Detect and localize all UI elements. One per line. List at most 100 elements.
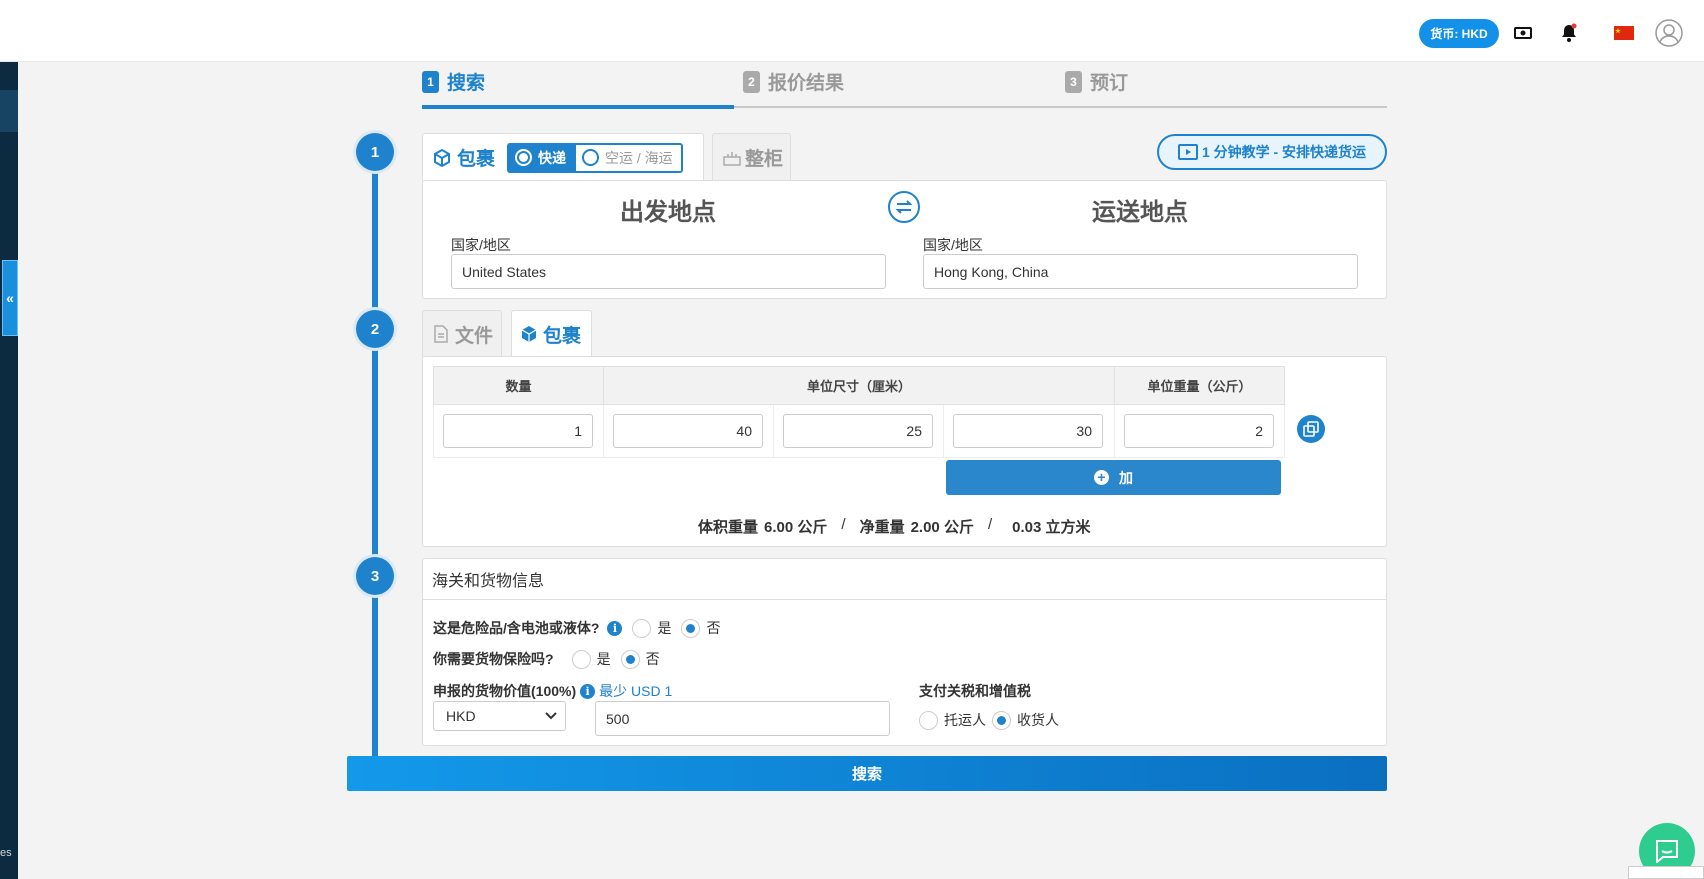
document-icon bbox=[434, 325, 448, 343]
security-badge bbox=[1628, 866, 1704, 879]
yes-label: 是 bbox=[596, 651, 611, 667]
sidebar: « es bbox=[0, 62, 18, 879]
destination-title: 运送地点 bbox=[1092, 199, 1188, 226]
top-bar: 货币: HKD bbox=[0, 0, 1704, 62]
destination-country-label: 国家/地区 bbox=[923, 237, 983, 253]
tutorial-label: 1 分钟教学 - 安排快递货运 bbox=[1201, 144, 1367, 160]
parcel-tab-label: 包裹 bbox=[543, 325, 582, 347]
volume-value: 0.03 立方米 bbox=[1012, 519, 1091, 536]
insurance-question: 你需要货物保险吗? 是 否 bbox=[433, 649, 660, 669]
express-label: 快递 bbox=[538, 149, 567, 166]
step-progress-bar bbox=[422, 105, 734, 109]
shipper-label: 托运人 bbox=[944, 712, 986, 728]
parcel-tab-label: 包裹 bbox=[457, 149, 496, 170]
sidebar-active-item[interactable] bbox=[0, 90, 18, 132]
timeline-line bbox=[372, 150, 378, 756]
express-option[interactable]: 快递 bbox=[509, 144, 577, 171]
origin-title: 出发地点 bbox=[620, 199, 716, 226]
no-label: 否 bbox=[706, 620, 721, 636]
origin-country-label: 国家/地区 bbox=[451, 237, 511, 253]
tab-container[interactable]: 整柜 bbox=[712, 133, 791, 181]
sidebar-bottom-text: es bbox=[0, 847, 12, 859]
insurance-label: 你需要货物保险吗? bbox=[433, 651, 554, 667]
duty-payer-label: 支付关税和增值税 bbox=[919, 683, 1031, 699]
separator: / bbox=[987, 516, 993, 533]
step-number: 3 bbox=[1065, 70, 1082, 93]
box-icon bbox=[521, 326, 537, 342]
consignee-label: 收货人 bbox=[1017, 712, 1059, 728]
currency-select[interactable]: HKD bbox=[433, 701, 566, 731]
user-icon[interactable] bbox=[1654, 18, 1684, 48]
info-icon[interactable]: i bbox=[607, 620, 623, 636]
info-icon[interactable]: i bbox=[580, 683, 596, 699]
box-icon bbox=[434, 148, 450, 167]
customs-section-title: 海关和货物信息 bbox=[422, 558, 1387, 600]
section-number-2: 2 bbox=[356, 310, 394, 348]
declared-value-label: 申报的货物价值(100%) bbox=[433, 683, 577, 699]
minimum-value-note: 最少 USD 1 bbox=[599, 683, 673, 699]
section-number-3: 3 bbox=[356, 557, 394, 595]
currency-select-value: HKD bbox=[446, 708, 476, 724]
separator: / bbox=[841, 516, 846, 533]
package-totals: 体积重量 6.00 公斤 / 净重量 2.00 公斤 / 0.03 立方米 bbox=[698, 516, 1091, 537]
declared-value-label-row: 申报的货物价值(100%) i 最少 USD 1 bbox=[433, 681, 672, 701]
tab-parcel-shipment[interactable]: 包裹 快递 空运 / 海运 bbox=[422, 133, 704, 181]
volumetric-weight-label: 体积重量 bbox=[698, 519, 759, 536]
height-input[interactable]: 30 bbox=[953, 414, 1103, 448]
step-quote-results[interactable]: 2 报价结果 bbox=[743, 68, 844, 95]
length-input[interactable]: 40 bbox=[613, 414, 763, 448]
dangerous-no-radio[interactable] bbox=[681, 618, 701, 638]
container-icon bbox=[723, 151, 741, 166]
dimensions-header: 单位尺寸（厘米） bbox=[603, 366, 1115, 405]
cash-icon[interactable] bbox=[1512, 21, 1534, 45]
net-weight-value: 2.00 公斤 bbox=[910, 519, 974, 536]
weight-input[interactable]: 2 bbox=[1124, 414, 1274, 448]
duty-payer-options: 托运人 收货人 bbox=[909, 710, 1059, 730]
dangerous-yes-radio[interactable] bbox=[632, 618, 652, 638]
dangerous-goods-question: 这是危险品/含电池或液体? i 是 否 bbox=[433, 618, 720, 638]
step-number: 2 bbox=[743, 70, 760, 93]
sidebar-collapse-button[interactable]: « bbox=[2, 260, 18, 336]
quantity-header: 数量 bbox=[433, 366, 604, 405]
chat-icon bbox=[1656, 840, 1678, 863]
step-progress: 1 搜索 2 报价结果 3 预订 bbox=[422, 68, 1387, 109]
dangerous-goods-label: 这是危险品/含电池或液体? bbox=[433, 620, 600, 636]
shipping-mode-toggle: 快递 空运 / 海运 bbox=[507, 142, 683, 173]
step-label: 报价结果 bbox=[768, 73, 845, 94]
step-search[interactable]: 1 搜索 bbox=[422, 68, 485, 95]
insurance-yes-radio[interactable] bbox=[571, 649, 591, 669]
tutorial-button[interactable]: 1 分钟教学 - 安排快递货运 bbox=[1157, 134, 1387, 170]
tab-parcel[interactable]: 包裹 bbox=[511, 310, 592, 357]
currency-button[interactable]: 货币: HKD bbox=[1419, 19, 1499, 48]
declared-value-input[interactable]: 500 bbox=[595, 701, 890, 736]
volumetric-weight-value: 6.00 公斤 bbox=[764, 519, 828, 536]
plus-icon: + bbox=[1094, 470, 1109, 485]
destination-country-field[interactable]: Hong Kong, China bbox=[923, 254, 1358, 289]
net-weight-label: 净重量 bbox=[859, 519, 905, 536]
insurance-no-radio[interactable] bbox=[620, 649, 640, 669]
duplicate-row-button[interactable] bbox=[1297, 415, 1325, 443]
step-booking[interactable]: 3 预订 bbox=[1065, 68, 1128, 95]
step-label: 搜索 bbox=[447, 73, 486, 94]
air-sea-option[interactable]: 空运 / 海运 bbox=[576, 144, 681, 171]
video-icon bbox=[1177, 144, 1198, 160]
documents-tab-label: 文件 bbox=[455, 325, 494, 347]
swap-icon bbox=[895, 200, 913, 214]
quantity-input[interactable]: 1 bbox=[443, 414, 593, 448]
section-number-1: 1 bbox=[356, 133, 394, 171]
china-flag-icon[interactable] bbox=[1613, 21, 1635, 45]
chevron-down-icon bbox=[545, 712, 557, 720]
swap-locations-button[interactable] bbox=[888, 191, 920, 223]
tab-documents[interactable]: 文件 bbox=[422, 310, 502, 357]
yes-label: 是 bbox=[657, 620, 672, 636]
origin-country-field[interactable]: United States bbox=[451, 254, 886, 289]
copy-icon bbox=[1303, 421, 1319, 437]
shipper-radio[interactable] bbox=[919, 710, 938, 730]
consignee-radio[interactable] bbox=[992, 710, 1011, 730]
no-label: 否 bbox=[645, 651, 660, 667]
width-input[interactable]: 25 bbox=[783, 414, 933, 448]
search-button[interactable]: 搜索 bbox=[347, 756, 1387, 791]
bell-icon[interactable] bbox=[1558, 21, 1580, 45]
add-package-button[interactable]: + 加 bbox=[946, 460, 1281, 495]
add-label: 加 bbox=[1119, 469, 1133, 486]
